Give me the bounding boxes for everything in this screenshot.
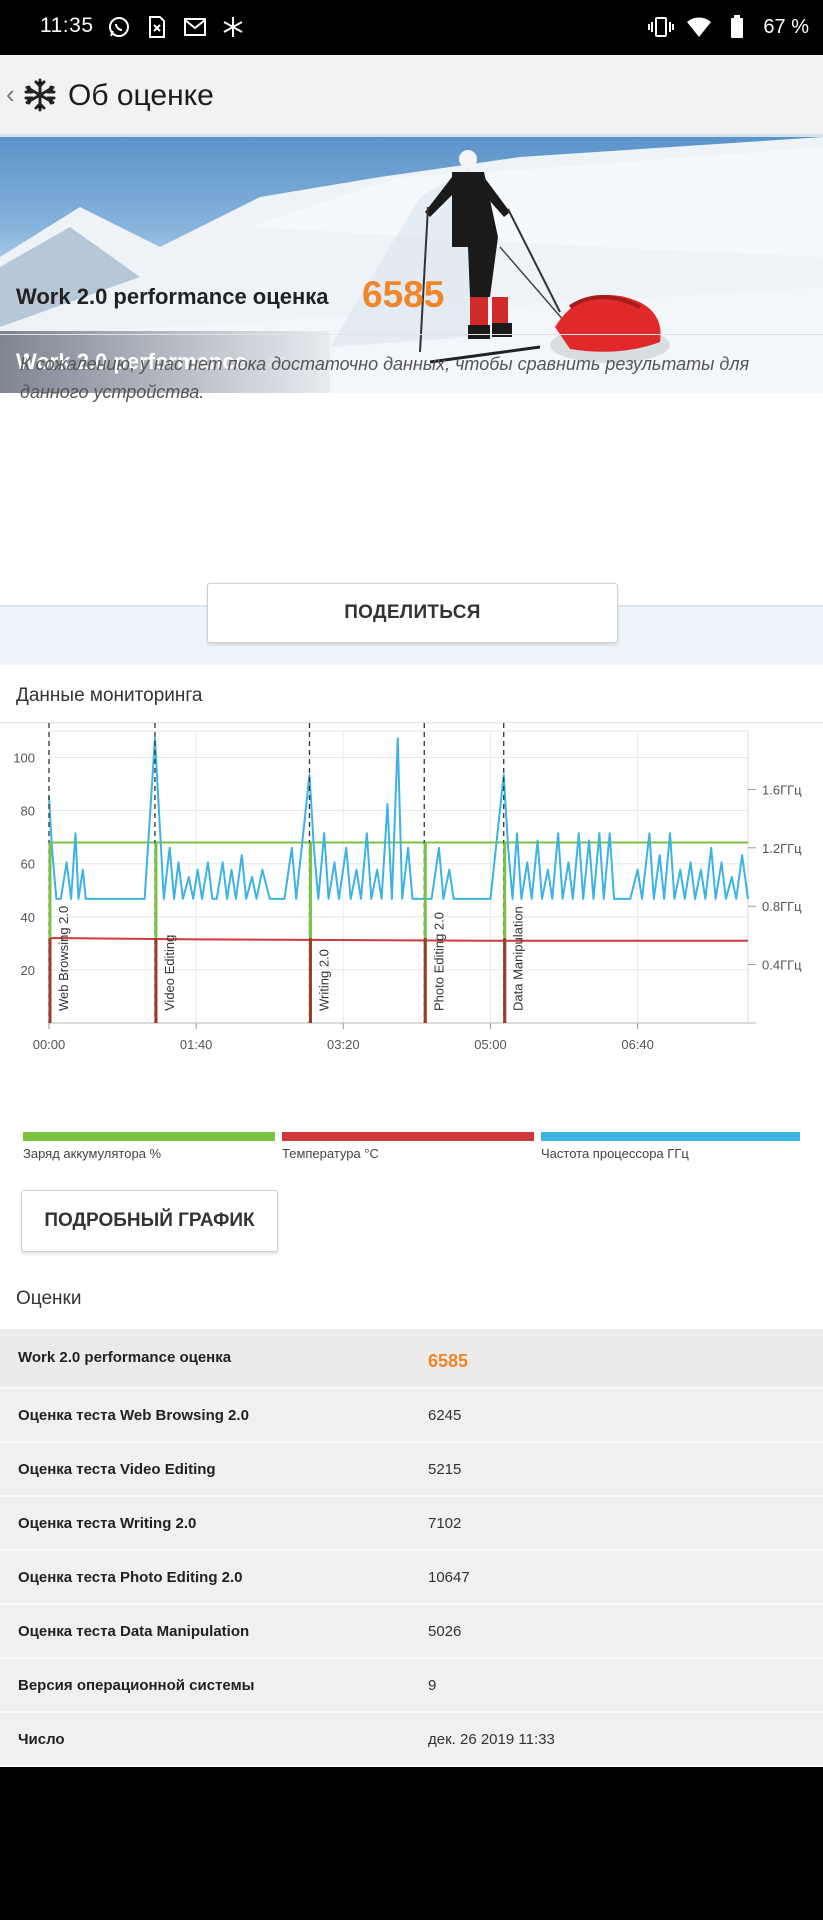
divider — [0, 334, 823, 335]
table-row: Версия операционной системы 9 — [0, 1659, 823, 1713]
table-row: Оценка теста Web Browsing 2.0 6245 — [0, 1389, 823, 1443]
legend-label: Заряд аккумулятора % — [23, 1146, 162, 1161]
row-label: Оценка теста Video Editing — [18, 1461, 216, 1478]
row-label: Версия операционной системы — [18, 1677, 255, 1694]
row-value: 6245 — [428, 1407, 462, 1424]
test-marker-label: Photo Editing 2.0 — [431, 912, 446, 1011]
row-label: Work 2.0 performance оценка — [18, 1349, 232, 1366]
y-left-tick-label: 100 — [13, 751, 35, 766]
row-label: Оценка теста Web Browsing 2.0 — [18, 1407, 249, 1424]
test-marker-label: Data Manipulation — [511, 906, 526, 1011]
scores-table: Work 2.0 performance оценка 6585 Оценка те… — [0, 1329, 823, 1767]
detailed-chart-button[interactable]: ПОДРОБНЫЙ ГРАФИК — [21, 1190, 278, 1252]
battery-percent: 67 % — [763, 15, 809, 38]
legend-label: Температура °C — [282, 1146, 379, 1161]
row-value: 7102 — [428, 1515, 462, 1532]
y-left-tick-label: 60 — [21, 857, 35, 872]
y-right-tick-label: 0.8ГГц — [762, 899, 802, 914]
y-left-tick-label: 80 — [21, 804, 35, 819]
score-label: Work 2.0 performance оценка — [16, 284, 329, 309]
monitoring-title: Данные мониторинга — [16, 685, 203, 706]
app-bar: ‹ Об оценке — [0, 55, 823, 137]
legend-swatch — [282, 1132, 534, 1141]
gmail-icon — [181, 13, 209, 41]
score-value: 6585 — [362, 274, 445, 315]
y-left-tick-label: 20 — [21, 963, 35, 978]
table-row: Оценка теста Photo Editing 2.0 10647 — [0, 1551, 823, 1605]
snowflake-icon — [219, 13, 247, 41]
y-left-tick-label: 40 — [21, 910, 35, 925]
x-tick-label: 06:40 — [621, 1037, 654, 1052]
y-right-tick-label: 1.2ГГц — [762, 841, 802, 856]
system-icons: 67 % — [647, 13, 809, 41]
row-value: 5215 — [428, 1461, 462, 1478]
battery-icon — [723, 13, 751, 41]
x-tick-label: 01:40 — [180, 1037, 213, 1052]
row-label: Оценка теста Writing 2.0 — [18, 1515, 197, 1532]
table-row: Оценка теста Video Editing 5215 — [0, 1443, 823, 1497]
row-label: Число — [18, 1731, 65, 1748]
row-label: Оценка теста Photo Editing 2.0 — [18, 1569, 243, 1586]
row-value: 10647 — [428, 1569, 470, 1586]
x-tick-label: 05:00 — [474, 1037, 507, 1052]
row-value: 9 — [428, 1677, 437, 1694]
series-line-temperature — [48, 937, 748, 942]
test-marker-label: Video Editing — [162, 935, 177, 1011]
notification-icons — [105, 13, 247, 41]
whatsapp-icon — [105, 13, 133, 41]
table-row: Оценка теста Writing 2.0 7102 — [0, 1497, 823, 1551]
row-value: дек. 26 2019 11:33 — [428, 1731, 555, 1748]
table-row: Work 2.0 performance оценка 6585 — [0, 1329, 823, 1389]
snowflake-logo-icon — [22, 77, 58, 113]
page-title: Об оценке — [68, 79, 214, 112]
share-button[interactable]: ПОДЕЛИТЬСЯ — [207, 583, 618, 643]
row-value: 5026 — [428, 1623, 462, 1640]
score-card — [0, 393, 823, 607]
wifi-icon — [685, 13, 713, 41]
x-tick-label: 00:00 — [33, 1037, 66, 1052]
table-row: Число дек. 26 2019 11:33 — [0, 1713, 823, 1767]
status-time: 11:35 — [40, 14, 94, 37]
comparison-note: К сожалению, у нас нет пока достаточно д… — [20, 354, 750, 402]
y-right-tick-label: 1.6ГГц — [762, 782, 802, 797]
legend-swatch — [23, 1132, 275, 1141]
legend-swatch — [541, 1132, 800, 1141]
row-value: 6585 — [428, 1351, 469, 1371]
series-line-cpu — [48, 737, 749, 900]
content: Work 2.0 performance 2.0 Work 2.0 perfor… — [0, 137, 823, 1767]
test-marker-label: Web Browsing 2.0 — [56, 906, 71, 1011]
x-tick-label: 03:20 — [327, 1037, 360, 1052]
sim-icon — [143, 13, 171, 41]
row-label: Оценка теста Data Manipulation — [18, 1623, 250, 1640]
vibrate-icon — [647, 13, 675, 41]
test-marker-label: Writing 2.0 — [316, 949, 331, 1011]
status-bar: 11:35 67 % — [0, 0, 823, 55]
scores-heading: Оценки — [16, 1288, 82, 1309]
legend-label: Частота процессора ГГц — [541, 1146, 689, 1161]
monitoring-chart: 20 40 60 80 100 0.4ГГц 0.8ГГц 1.2ГГц 1.6ГГц 00:00… — [13, 723, 802, 1052]
y-right-tick-label: 0.4ГГц — [762, 958, 802, 973]
table-row: Оценка теста Data Manipulation 5026 — [0, 1605, 823, 1659]
navigation-bar-area — [0, 1767, 823, 1920]
